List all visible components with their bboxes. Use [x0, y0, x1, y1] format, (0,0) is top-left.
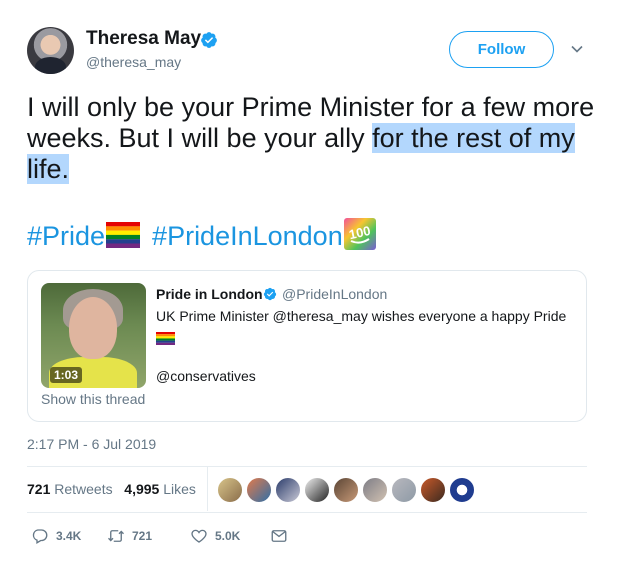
liker-avatar[interactable]: [217, 477, 243, 503]
verified-badge-icon: [201, 32, 217, 48]
liker-avatar[interactable]: [362, 477, 388, 503]
video-thumbnail[interactable]: 1:03: [41, 283, 146, 388]
likes-stat[interactable]: 4,995 Likes: [124, 481, 196, 497]
author-avatar[interactable]: [27, 27, 74, 74]
verified-badge-icon: [263, 287, 277, 301]
retweets-label: Retweets: [54, 481, 113, 497]
liker-avatar[interactable]: [246, 477, 272, 503]
liker-avatar[interactable]: [391, 477, 417, 503]
quoted-mention: @conservatives: [156, 368, 256, 384]
like-count: 5.0K: [215, 529, 241, 543]
quoted-tweet-text: UK Prime Minister @theresa_may wishes ev…: [156, 308, 567, 324]
retweets-stat[interactable]: 721 Retweets: [27, 481, 113, 497]
hundred-points-icon: 100: [343, 218, 376, 250]
hashtags: #Pride #PrideInLondon 100: [27, 218, 376, 253]
tweet-timestamp[interactable]: 2:17 PM - 6 Jul 2019: [27, 436, 156, 452]
thumbnail-face: [69, 297, 117, 359]
liker-avatar[interactable]: [333, 477, 359, 503]
hashtag-pride[interactable]: #Pride: [27, 221, 105, 251]
reply-count: 3.4K: [56, 529, 82, 543]
follow-button[interactable]: Follow: [449, 31, 554, 68]
author-handle[interactable]: @theresa_may: [86, 54, 181, 70]
liker-avatar[interactable]: [449, 477, 475, 503]
stats-separator: [207, 467, 208, 511]
retweets-count: 721: [27, 481, 51, 497]
rainbow-flag-icon: [156, 332, 175, 345]
quoted-tweet-card[interactable]: 1:03 Pride in London @PrideInLondon UK P…: [27, 270, 587, 422]
liker-avatar[interactable]: [420, 477, 446, 503]
like-button[interactable]: 5.0K: [190, 526, 240, 546]
show-thread-link[interactable]: Show this thread: [41, 391, 145, 407]
quoted-author-name[interactable]: Pride in London: [156, 286, 263, 302]
envelope-icon: [271, 530, 287, 542]
retweet-button[interactable]: 721: [107, 526, 152, 546]
hashtag-prideinlondon[interactable]: #PrideInLondon: [152, 221, 343, 251]
divider-bottom: [27, 512, 587, 513]
liker-avatar[interactable]: [304, 477, 330, 503]
retweet-icon: [108, 530, 124, 542]
divider-top: [27, 466, 587, 467]
rainbow-flag-icon: [106, 222, 141, 248]
chevron-down-icon[interactable]: [570, 42, 584, 56]
tweet-text: I will only be your Prime Minister for a…: [27, 92, 597, 185]
quoted-author-handle[interactable]: @PrideInLondon: [282, 286, 387, 302]
reply-icon: [32, 529, 48, 544]
video-duration: 1:03: [50, 367, 83, 383]
liker-avatar[interactable]: [275, 477, 301, 503]
direct-message-button[interactable]: [270, 526, 288, 546]
heart-icon: [191, 529, 207, 543]
author-name[interactable]: Theresa May: [86, 28, 201, 50]
engagement-stats: 721 Retweets 4,995 Likes: [27, 481, 196, 497]
reply-button[interactable]: 3.4K: [31, 526, 81, 546]
retweet-count: 721: [132, 529, 153, 543]
likes-count: 4,995: [124, 481, 160, 497]
likes-label: Likes: [163, 481, 196, 497]
